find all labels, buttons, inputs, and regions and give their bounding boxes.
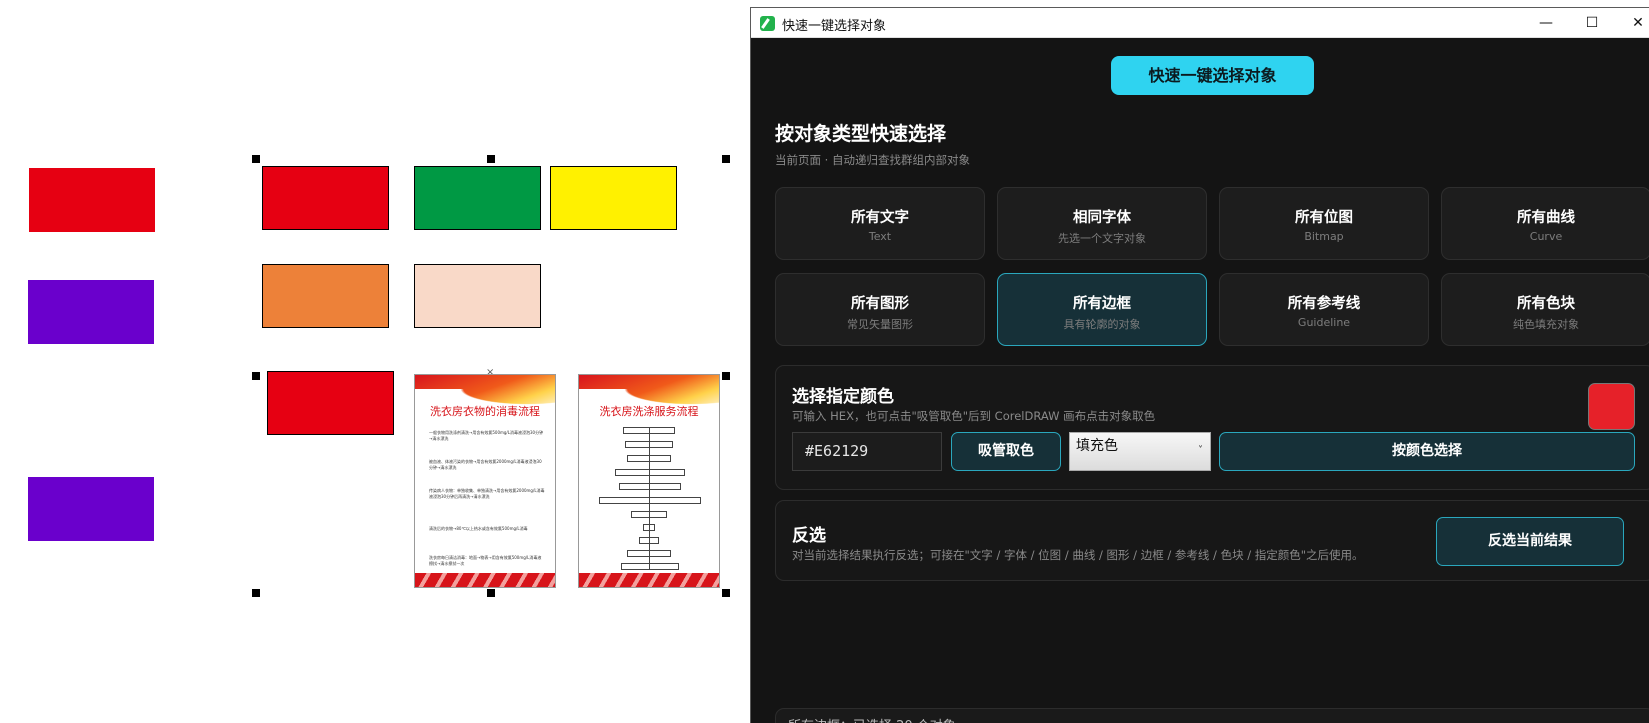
invert-section-title: 反选 bbox=[792, 526, 826, 546]
flowchart-step bbox=[619, 483, 681, 490]
peach-rectangle-outlined[interactable] bbox=[414, 264, 541, 328]
card-description: Guideline bbox=[1297, 316, 1351, 329]
close-button[interactable]: ✕ bbox=[1615, 8, 1649, 38]
selection-handle[interactable] bbox=[252, 155, 260, 163]
drawing-canvas[interactable]: × 洗衣房衣物的消毒流程 一般衣物用洗涤剂清洗→用含有效氯500mg/L消毒液浸… bbox=[0, 0, 750, 723]
select-same-font-card[interactable]: 相同字体 先选一个文字对象 bbox=[997, 187, 1207, 260]
quick-select-window: 快速一键选择对象 — ☐ ✕ 快速一键选择对象 按对象类型快速选择 当前页面 ·… bbox=[750, 7, 1649, 723]
poster-footer-stripe bbox=[415, 573, 555, 587]
hex-color-input[interactable]: #E62129 bbox=[792, 432, 942, 471]
red-rectangle-outlined[interactable] bbox=[267, 371, 394, 435]
card-label: 所有曲线 bbox=[1517, 210, 1575, 226]
poster-paragraph: 清洗后的衣物→80℃以上热水或含有效氯500mg/L消毒 bbox=[429, 526, 528, 531]
screen: × 洗衣房衣物的消毒流程 一般衣物用洗涤剂清洗→用含有效氯500mg/L消毒液浸… bbox=[0, 0, 1649, 723]
selection-handle[interactable] bbox=[252, 372, 260, 380]
card-description: Text bbox=[868, 230, 892, 243]
select-all-guidelines-card[interactable]: 所有参考线 Guideline bbox=[1219, 273, 1429, 346]
poster-footer-stripe bbox=[579, 573, 719, 587]
card-description: 常见矢量图形 bbox=[847, 318, 913, 331]
selection-handle[interactable] bbox=[722, 589, 730, 597]
select-all-outlines-card[interactable]: 所有边框 具有轮廓的对象 bbox=[997, 273, 1207, 346]
poster-washing-service-process[interactable]: 洗衣房洗涤服务流程 bbox=[578, 374, 720, 588]
card-label: 所有参考线 bbox=[1287, 296, 1361, 312]
card-description: 先选一个文字对象 bbox=[1058, 232, 1146, 245]
flowchart-step bbox=[621, 563, 679, 570]
card-label: 所有色块 bbox=[1517, 296, 1575, 312]
invert-section-subtitle: 对当前选择结果执行反选；可接在"文字 / 字体 / 位图 / 曲线 / 图形 /… bbox=[792, 548, 1364, 562]
type-section-subtitle: 当前页面 · 自动递归查找群组内部对象 bbox=[775, 153, 970, 167]
selection-handle[interactable] bbox=[487, 589, 495, 597]
card-label: 相同字体 bbox=[1073, 210, 1131, 226]
card-label: 所有图形 bbox=[851, 296, 909, 312]
selection-handle[interactable] bbox=[722, 155, 730, 163]
color-select-section: 选择指定颜色 可输入 HEX，也可点击"吸管取色"后到 CorelDRAW 画布… bbox=[775, 365, 1649, 490]
minimize-button[interactable]: — bbox=[1523, 8, 1569, 38]
select-all-curves-card[interactable]: 所有曲线 Curve bbox=[1441, 187, 1649, 260]
color-mode-select[interactable]: 填充色 ˅ bbox=[1069, 432, 1211, 471]
maximize-button[interactable]: ☐ bbox=[1569, 8, 1615, 38]
green-rectangle-outlined[interactable] bbox=[414, 166, 541, 230]
title-bar[interactable]: 快速一键选择对象 — ☐ ✕ bbox=[751, 8, 1649, 38]
flowchart-connector bbox=[649, 427, 650, 570]
select-all-bitmaps-card[interactable]: 所有位图 Bitmap bbox=[1219, 187, 1429, 260]
app-icon bbox=[760, 16, 775, 31]
color-mode-selected: 填充色 bbox=[1076, 438, 1118, 454]
status-text: 所有边框：已选择 20 个对象 bbox=[788, 715, 956, 723]
flowchart-step bbox=[615, 469, 685, 476]
invert-selection-button[interactable]: 反选当前结果 bbox=[1436, 517, 1624, 566]
yellow-rectangle-outlined[interactable] bbox=[550, 166, 677, 230]
card-label: 所有位图 bbox=[1295, 210, 1353, 226]
color-swatch[interactable] bbox=[1588, 383, 1635, 430]
type-section-title: 按对象类型快速选择 bbox=[775, 123, 947, 145]
color-section-title: 选择指定颜色 bbox=[792, 387, 894, 407]
poster-paragraph: 洗衣房每日清洁消毒：地面→物表→用含有效氯500mg/L消毒液擦拭→清水擦拭一次 bbox=[429, 555, 542, 566]
card-description: Bitmap bbox=[1304, 230, 1344, 243]
poster-paragraph: 传染病人衣物：单独收集、单独清洗→用含有效氯2000mg/L消毒液浸泡30分钟后… bbox=[429, 488, 545, 499]
red-rectangle-outlined[interactable] bbox=[262, 166, 389, 230]
poster-title: 洗衣房洗涤服务流程 bbox=[599, 405, 699, 418]
card-description: 具有轮廓的对象 bbox=[1063, 318, 1141, 331]
selection-handle[interactable] bbox=[252, 589, 260, 597]
card-description: 纯色填充对象 bbox=[1513, 318, 1579, 331]
poster-paragraph: 一般衣物用洗涤剂清洗→用含有效氯500mg/L消毒液浸泡30分钟→清水漂洗 bbox=[429, 430, 544, 441]
purple-rectangle[interactable] bbox=[28, 477, 154, 541]
selection-handle[interactable] bbox=[722, 372, 730, 380]
card-label: 所有文字 bbox=[851, 210, 909, 226]
selection-handle[interactable] bbox=[487, 155, 495, 163]
purple-rectangle[interactable] bbox=[28, 280, 154, 344]
card-description: Curve bbox=[1529, 230, 1563, 243]
poster-paragraph: 被血液、体液污染的衣物→用含有效氯2000mg/L消毒液浸泡30分钟→清水漂洗 bbox=[429, 459, 542, 470]
quick-select-header-button[interactable]: 快速一键选择对象 bbox=[1111, 56, 1314, 95]
status-bar: 所有边框：已选择 20 个对象 bbox=[775, 708, 1649, 723]
window-title: 快速一键选择对象 bbox=[782, 18, 887, 33]
red-rectangle[interactable] bbox=[29, 168, 155, 232]
color-section-subtitle: 可输入 HEX，也可点击"吸管取色"后到 CorelDRAW 画布点击对象取色 bbox=[792, 409, 1156, 423]
select-all-color-blocks-card[interactable]: 所有色块 纯色填充对象 bbox=[1441, 273, 1649, 346]
select-all-text-card[interactable]: 所有文字 Text bbox=[775, 187, 985, 260]
flowchart-step bbox=[599, 497, 701, 504]
eyedropper-button[interactable]: 吸管取色 bbox=[951, 432, 1061, 471]
orange-rectangle-outlined[interactable] bbox=[262, 264, 389, 328]
poster-disinfection-process[interactable]: 洗衣房衣物的消毒流程 一般衣物用洗涤剂清洗→用含有效氯500mg/L消毒液浸泡3… bbox=[414, 374, 556, 588]
poster-title: 洗衣房衣物的消毒流程 bbox=[430, 405, 540, 418]
select-all-shapes-card[interactable]: 所有图形 常见矢量图形 bbox=[775, 273, 985, 346]
invert-selection-section: 反选 对当前选择结果执行反选；可接在"文字 / 字体 / 位图 / 曲线 / 图… bbox=[775, 500, 1649, 581]
chevron-down-icon: ˅ bbox=[1198, 445, 1203, 456]
select-by-color-button[interactable]: 按颜色选择 bbox=[1219, 432, 1635, 471]
card-label: 所有边框 bbox=[1073, 296, 1131, 312]
